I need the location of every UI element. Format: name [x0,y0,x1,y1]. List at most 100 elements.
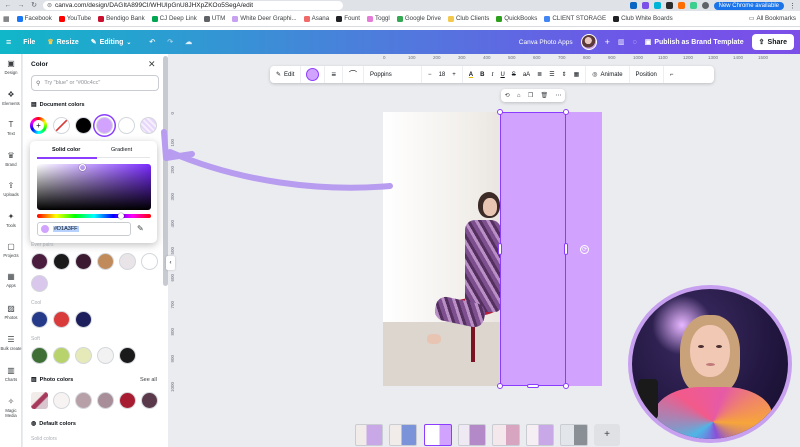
color-swatch[interactable] [75,347,92,364]
publish-brand-template-button[interactable]: ▣ Publish as Brand Template [645,38,744,47]
extension-icon[interactable] [677,2,685,9]
bookmark-item[interactable]: Club White Boards [613,15,673,22]
color-swatch[interactable] [53,253,70,270]
bold-icon[interactable]: B [480,72,484,78]
share-button[interactable]: ⇪ Share [751,34,794,50]
rotate-icon[interactable]: ⟲ [505,92,510,99]
bookmark-item[interactable]: Google Drive [396,15,441,22]
color-swatch[interactable] [31,347,48,364]
extension-icon[interactable] [689,2,697,9]
color-swatch[interactable] [75,117,92,134]
photo-color-swatch[interactable] [53,392,70,409]
extension-icon[interactable] [665,2,673,9]
fill-color-button[interactable] [301,66,326,83]
corner-rounding-button[interactable]: ⌒ [343,66,365,83]
all-bookmarks[interactable]: ▭ All Bookmarks [749,15,800,22]
add-collaborator-icon[interactable]: + [605,37,610,47]
reload-icon[interactable]: ↻ [30,2,38,10]
resize-handle[interactable] [563,383,569,389]
file-menu[interactable]: File [23,39,35,46]
color-swatch[interactable] [53,311,70,328]
color-search-input[interactable]: ⚲ Try "blue" or "#00c4cc" [31,75,159,91]
redo-button[interactable]: ↷ [167,38,173,46]
apps-grid-icon[interactable]: ▦ [3,15,10,23]
project-name[interactable]: Canva Photo Apps [519,39,573,46]
resize-handle[interactable] [497,383,503,389]
color-swatch[interactable] [31,275,48,292]
bookmark-item[interactable]: CLIENT STORAGE [544,15,606,22]
rail-item-photos[interactable]: ▨ Photos [0,304,22,320]
more-options-icon[interactable]: ⋯ [555,92,561,99]
forward-icon[interactable]: → [17,2,25,10]
chrome-update-button[interactable]: New Chrome available [713,1,784,10]
page-thumbnail[interactable] [560,424,588,446]
saturation-value-field[interactable] [37,164,151,210]
color-swatch[interactable] [97,253,114,270]
color-swatch[interactable] [119,253,136,270]
more-menu-icon[interactable]: ⋮ [789,2,796,10]
italic-icon[interactable]: I [491,72,493,78]
hamburger-icon[interactable]: ≡ [6,37,11,47]
bookmark-item[interactable]: QuickBooks [496,15,537,22]
page-thumbnail[interactable] [526,424,554,446]
extension-icon[interactable] [641,2,649,9]
rail-item-tools[interactable]: ✦ Tools [0,212,22,228]
color-swatch[interactable] [75,311,92,328]
tab-gradient[interactable]: Gradient [111,147,132,153]
rail-item-text[interactable]: T Text [0,120,22,136]
lock-icon[interactable]: ⌂ [517,93,521,99]
bookmark-item[interactable]: UTM [203,15,225,22]
hue-handle[interactable] [118,213,124,219]
bookmark-item[interactable]: Toggl [367,15,390,22]
page-thumbnail-selected[interactable] [424,424,452,446]
rotate-handle-icon[interactable]: ⟳ [580,245,589,254]
cloud-saved-icon[interactable]: ☁ [185,38,192,46]
tab-solid-color[interactable]: Solid color [52,147,80,153]
bookmark-item[interactable]: Club Clients [447,15,489,22]
photo-thumbnail[interactable] [31,392,48,409]
rail-item-charts[interactable]: ▥ Charts [0,366,22,382]
no-color-swatch[interactable] [53,117,70,134]
rail-item-apps[interactable]: ▦ Apps [0,272,22,288]
color-swatch[interactable] [97,347,114,364]
selected-rectangle[interactable] [500,112,566,386]
color-handle[interactable] [79,164,86,171]
resize-handle[interactable] [497,109,503,115]
duplicate-icon[interactable]: ❐ [528,92,533,99]
url-field[interactable]: ⊜ canva.com/design/DAGItA899CI/WHUIpGnU8… [43,1,343,10]
comment-icon[interactable]: ◌ [633,39,637,46]
delete-icon[interactable]: 🗑 [540,92,548,99]
photo-color-swatch[interactable] [75,392,92,409]
photo-color-swatch[interactable] [119,392,136,409]
color-swatch[interactable] [53,347,70,364]
underline-icon[interactable]: U [500,72,504,78]
back-icon[interactable]: ← [4,2,12,10]
color-swatch[interactable] [31,253,48,270]
font-dropdown[interactable]: Poppins [364,66,423,83]
photo-color-swatch[interactable] [97,392,114,409]
color-swatch[interactable] [119,347,136,364]
add-page-button[interactable]: + [594,424,620,446]
eyedropper-icon[interactable]: ✎ [137,224,144,233]
transparency-icon[interactable]: ▦ [574,71,580,78]
border-style-button[interactable]: ≡ [325,66,344,83]
rail-item-brand[interactable]: ♛ Brand [0,151,22,167]
extension-icon[interactable] [629,2,637,9]
photo-color-swatch[interactable] [141,392,158,409]
color-swatch[interactable] [141,253,158,270]
decrease-size-icon[interactable]: − [428,72,432,78]
page-thumbnail[interactable] [492,424,520,446]
side-handle[interactable] [527,384,539,388]
profile-icon[interactable] [701,2,709,9]
text-color-icon[interactable]: A [469,72,473,78]
hue-slider[interactable] [37,213,151,219]
bookmark-item[interactable]: CJ Deep Link [151,15,197,22]
font-size-stepper[interactable]: − 18 + [422,66,463,83]
rail-item-elements[interactable]: ❖ Elements [0,90,22,106]
rail-item-projects[interactable]: ▢ Projects [0,242,22,258]
avatar[interactable] [580,34,597,50]
edit-button[interactable]: ✎ Edit [270,66,302,83]
color-swatch[interactable] [31,311,48,328]
case-icon[interactable]: aA [523,72,530,78]
bookmark-item[interactable]: Bendigo Bank [98,15,145,22]
